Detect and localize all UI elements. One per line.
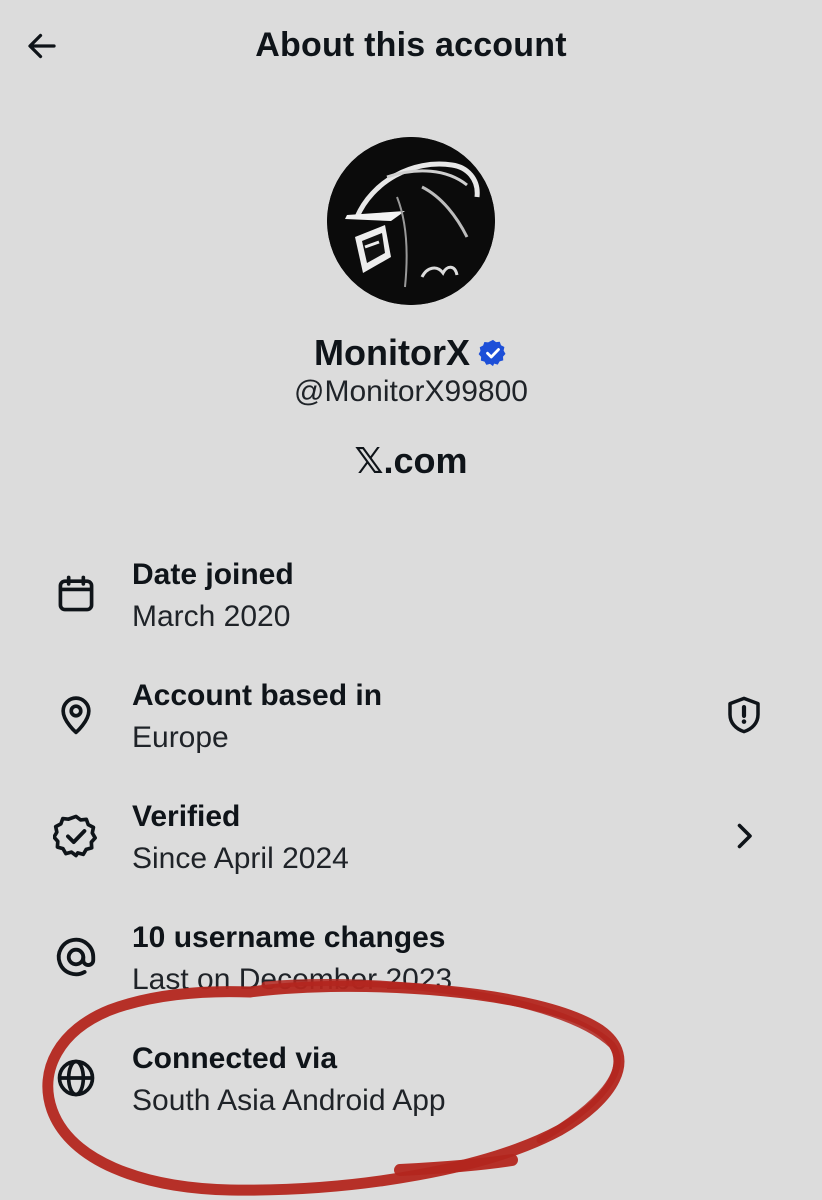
profile-handle: @MonitorX99800 [294,375,528,408]
info-value: Since April 2024 [132,842,349,875]
info-title: Connected via [132,1042,338,1075]
globe-icon [50,1052,102,1104]
info-row-account-based-in: Account based in Europe [0,669,822,769]
info-title: Account based in [132,679,383,712]
info-title: Verified [132,800,241,833]
info-row-connected-via: Connected via South Asia Android App [0,1032,822,1132]
verified-badge-icon[interactable] [478,338,508,368]
info-row-verified[interactable]: Verified Since April 2024 [0,790,822,890]
info-value: Last on December 2023 [132,963,453,996]
at-sign-icon [50,931,102,983]
profile-name: MonitorX [314,332,470,373]
info-value: Europe [132,721,229,754]
location-pin-icon [50,689,102,741]
info-title: Date joined [132,558,294,591]
info-row-username-changes: 10 username changes Last on December 202… [0,911,822,1011]
calendar-icon [50,568,102,620]
avatar[interactable] [327,137,495,305]
shield-alert-icon[interactable] [718,689,770,741]
profile-name-row: MonitorX [0,332,822,374]
chevron-right-icon[interactable] [718,810,770,862]
info-row-date-joined: Date joined March 2020 [0,548,822,648]
info-value: South Asia Android App [132,1084,446,1117]
page-title: About this account [255,26,567,64]
info-value: March 2020 [132,600,291,633]
info-title: 10 username changes [132,921,446,954]
verified-outline-icon [50,810,102,862]
site-label: 𝕏.com [354,440,468,481]
avatar-image [327,137,495,305]
top-bar: About this account [0,0,822,95]
